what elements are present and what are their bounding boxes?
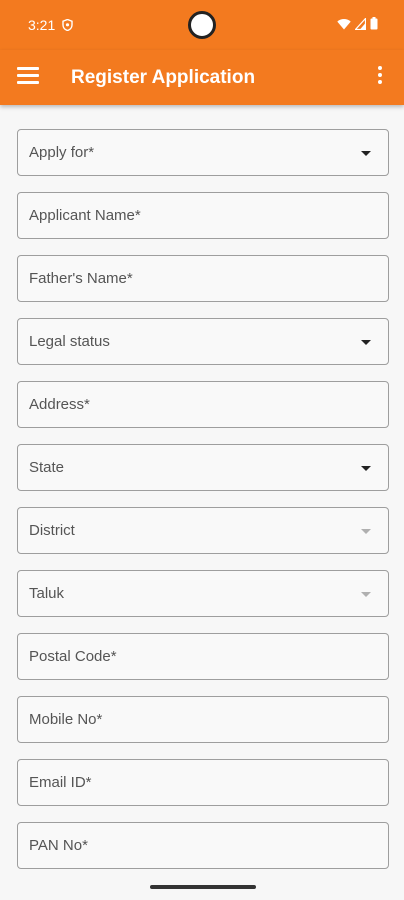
state-dropdown[interactable]: State bbox=[17, 444, 389, 491]
dropdown-arrow-icon bbox=[361, 151, 371, 156]
district-dropdown[interactable]: District bbox=[17, 507, 389, 554]
hamburger-menu-icon[interactable] bbox=[17, 67, 39, 87]
status-bar: 3:21 bbox=[0, 0, 404, 50]
legal-status-dropdown[interactable]: Legal status bbox=[17, 318, 389, 365]
more-vert-icon[interactable] bbox=[370, 66, 390, 88]
email-id-field[interactable]: Email ID* bbox=[17, 759, 389, 806]
field-label: Apply for* bbox=[29, 144, 95, 161]
dropdown-arrow-icon bbox=[361, 529, 371, 534]
mobile-no-field[interactable]: Mobile No* bbox=[17, 696, 389, 743]
field-label: Taluk bbox=[29, 585, 65, 602]
shield-icon bbox=[62, 18, 73, 36]
app-bar: Register Application bbox=[0, 50, 404, 105]
pan-no-field[interactable]: PAN No* bbox=[17, 822, 389, 869]
field-label: Applicant Name* bbox=[29, 207, 141, 224]
applicant-name-field[interactable]: Applicant Name* bbox=[17, 192, 389, 239]
status-time: 3:21 bbox=[28, 17, 56, 33]
signal-icon bbox=[354, 16, 367, 35]
apply-for-dropdown[interactable]: Apply for* bbox=[17, 129, 389, 176]
field-label: Father's Name* bbox=[29, 270, 133, 287]
field-label: State bbox=[29, 459, 65, 476]
register-form: Apply for* Applicant Name* Father's Name… bbox=[17, 129, 389, 885]
dropdown-arrow-icon bbox=[361, 466, 371, 471]
field-label: District bbox=[29, 522, 75, 539]
dropdown-arrow-icon bbox=[361, 340, 371, 345]
dropdown-arrow-icon bbox=[361, 592, 371, 597]
field-label: PAN No* bbox=[29, 837, 88, 854]
field-label: Address* bbox=[29, 396, 90, 413]
wifi-icon bbox=[337, 17, 351, 35]
battery-icon bbox=[370, 17, 378, 35]
status-icons bbox=[337, 16, 378, 35]
field-label: Email ID* bbox=[29, 774, 92, 791]
fathers-name-field[interactable]: Father's Name* bbox=[17, 255, 389, 302]
page-title: Register Application bbox=[71, 67, 256, 88]
camera-cutout bbox=[188, 11, 216, 39]
field-label: Mobile No* bbox=[29, 711, 103, 728]
address-field[interactable]: Address* bbox=[17, 381, 389, 428]
taluk-dropdown[interactable]: Taluk bbox=[17, 570, 389, 617]
home-indicator[interactable] bbox=[150, 885, 256, 889]
postal-code-field[interactable]: Postal Code* bbox=[17, 633, 389, 680]
field-label: Postal Code* bbox=[29, 648, 117, 665]
field-label: Legal status bbox=[29, 333, 110, 350]
